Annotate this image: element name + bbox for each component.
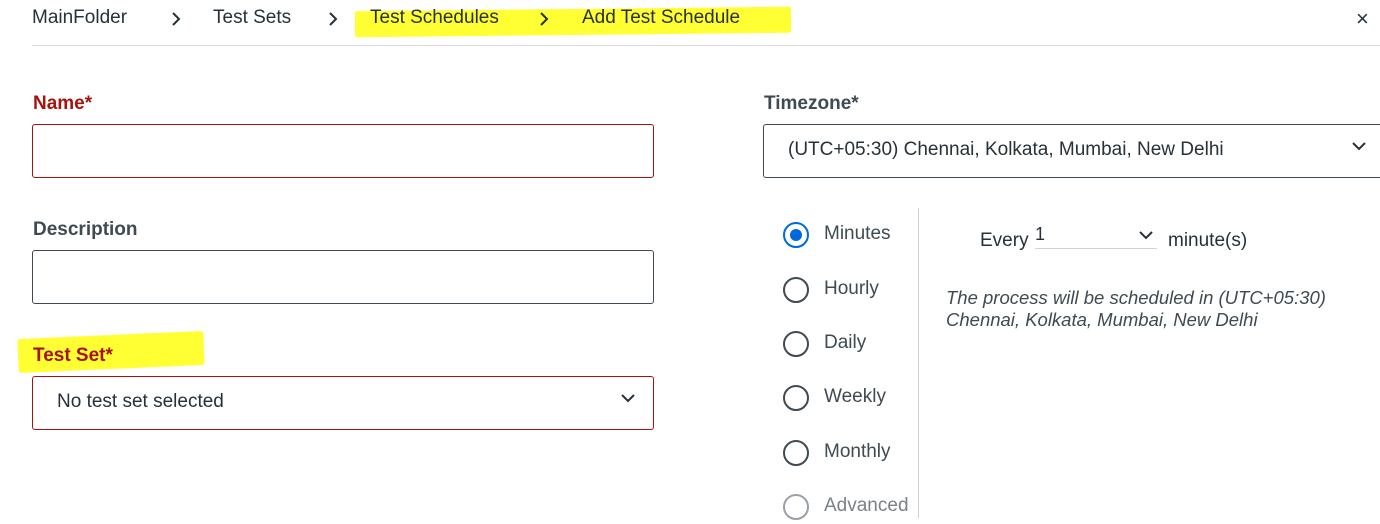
test-set-label: Test Set* — [33, 345, 113, 366]
timezone-label: Timezone* — [764, 93, 859, 114]
test-set-dropdown[interactable]: No test set selected — [32, 376, 654, 430]
description-input[interactable] — [33, 251, 653, 303]
breadcrumb-test-sets[interactable]: Test Sets — [213, 7, 291, 29]
radio-label-weekly: Weekly — [824, 386, 886, 407]
interval-unit-label: minute(s) — [1168, 230, 1248, 251]
chevron-right-icon — [170, 4, 182, 40]
header-divider — [32, 45, 1380, 46]
radio-unselected-icon[interactable] — [783, 331, 809, 357]
test-set-selected-value: No test set selected — [57, 391, 224, 412]
description-field-wrapper — [32, 250, 654, 304]
every-label: Every — [980, 230, 1029, 251]
chevron-down-icon — [621, 394, 635, 403]
timezone-selected-value: (UTC+05:30) Chennai, Kolkata, Mumbai, Ne… — [788, 139, 1224, 160]
close-icon[interactable]: × — [1356, 6, 1369, 32]
chevron-right-icon — [327, 4, 339, 40]
chevron-down-icon — [1352, 142, 1366, 151]
radio-unselected-icon[interactable] — [783, 277, 809, 303]
breadcrumb-mainfolder[interactable]: MainFolder — [32, 7, 127, 29]
radio-label-advanced: Advanced — [824, 495, 909, 516]
radio-unselected-icon[interactable] — [783, 440, 809, 466]
radio-unselected-icon[interactable] — [783, 494, 809, 520]
radio-unselected-icon[interactable] — [783, 385, 809, 411]
chevron-down-icon — [1139, 231, 1153, 240]
radio-selected-icon[interactable] — [783, 222, 809, 248]
name-field-wrapper — [32, 124, 654, 178]
breadcrumb-test-schedules[interactable]: Test Schedules — [370, 7, 499, 29]
timezone-dropdown[interactable]: (UTC+05:30) Chennai, Kolkata, Mumbai, Ne… — [763, 124, 1380, 178]
description-label: Description — [33, 219, 138, 240]
radio-label-monthly: Monthly — [824, 441, 891, 462]
breadcrumb-add-test-schedule: Add Test Schedule — [582, 7, 741, 28]
name-input[interactable] — [33, 125, 653, 177]
radio-label-daily: Daily — [824, 332, 867, 353]
radio-label-minutes: Minutes — [824, 223, 891, 244]
every-interval-select[interactable]: 1 — [1035, 224, 1157, 249]
radio-label-hourly: Hourly — [824, 278, 879, 299]
section-divider — [918, 208, 919, 518]
name-label: Name* — [33, 93, 93, 114]
every-interval-value: 1 — [1035, 224, 1046, 244]
schedule-note: The process will be scheduled in (UTC+05… — [946, 287, 1326, 330]
chevron-right-icon — [538, 4, 550, 40]
